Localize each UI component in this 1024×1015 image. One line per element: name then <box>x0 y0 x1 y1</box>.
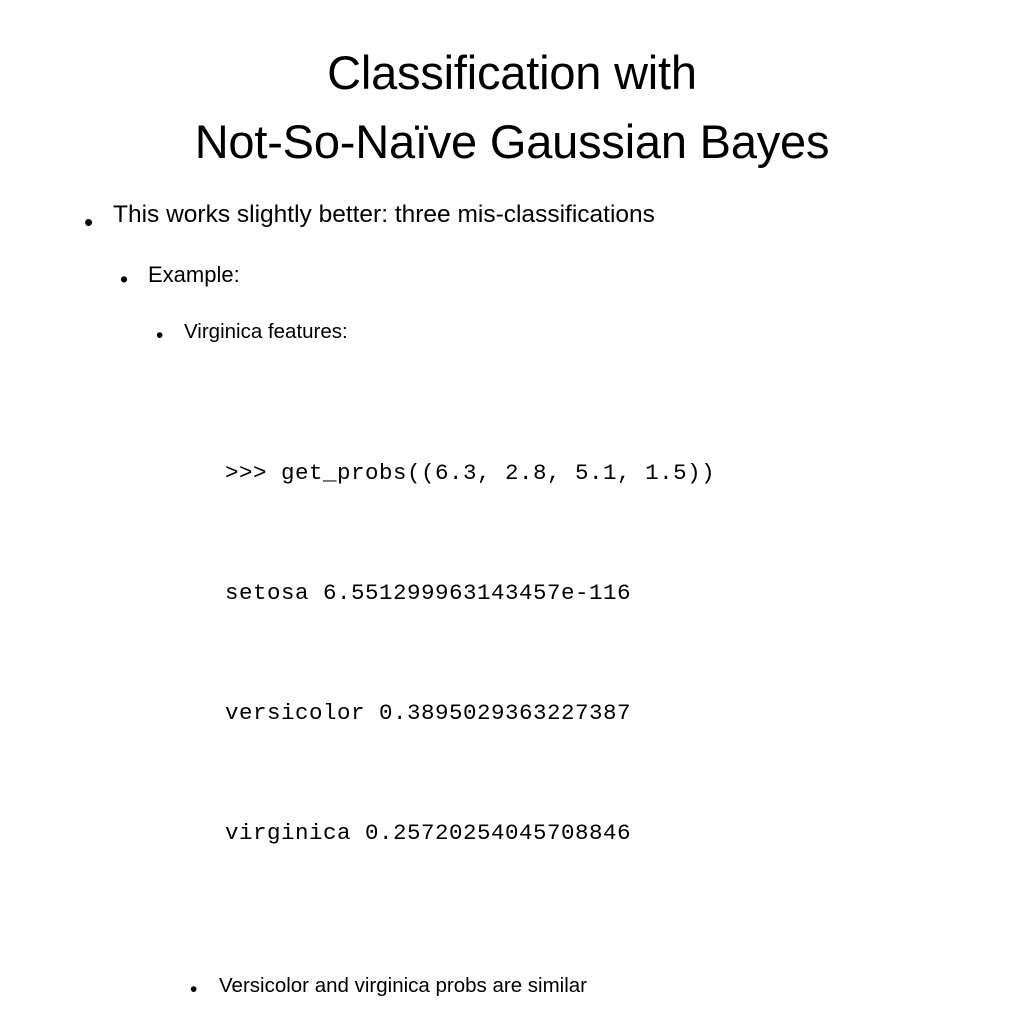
bullet-text-level-2: Example: <box>148 262 240 287</box>
code-line-virginica: virginica 0.25720254045708846 <box>225 820 632 846</box>
code-line-versicolor: versicolor 0.3895029363227387 <box>225 700 632 726</box>
presentation-slide: Classification with Not-So-Naïve Gaussia… <box>0 0 1024 1000</box>
code-line-setosa: setosa 6.551299963143457e-116 <box>225 580 632 606</box>
bullet-point-icon: • <box>156 324 164 347</box>
bullet-text-level-4: Versicolor and virginica probs are simil… <box>219 974 588 997</box>
bullet-item-level-2: • Example: <box>0 259 1024 305</box>
slide-title-line-1: Classification with <box>327 46 697 99</box>
bullet-text-level-3: Virginica features: <box>184 320 348 343</box>
bullet-item-level-4: • Versicolor and virginica probs are sim… <box>0 971 1024 1015</box>
code-output-block: >>> get_probs((6.3, 2.8, 5.1, 1.5)) seto… <box>225 373 1024 933</box>
bullet-text-level-1: This works slightly better: three mis-cl… <box>113 201 655 228</box>
code-line-prompt: >>> get_probs((6.3, 2.8, 5.1, 1.5)) <box>225 460 716 486</box>
bullet-point-icon: • <box>84 207 94 237</box>
slide-body: • This works slightly better: three mis-… <box>0 198 1024 1015</box>
bullet-item-level-3: • Virginica features: <box>0 317 1024 361</box>
slide-title: Classification with Not-So-Naïve Gaussia… <box>0 38 1024 176</box>
slide-title-line-2: Not-So-Naïve Gaussian Bayes <box>194 115 830 169</box>
bullet-item-level-1: • This works slightly better: three mis-… <box>0 198 1024 246</box>
bullet-point-icon: • <box>190 978 198 1001</box>
bullet-point-icon: • <box>120 266 129 292</box>
